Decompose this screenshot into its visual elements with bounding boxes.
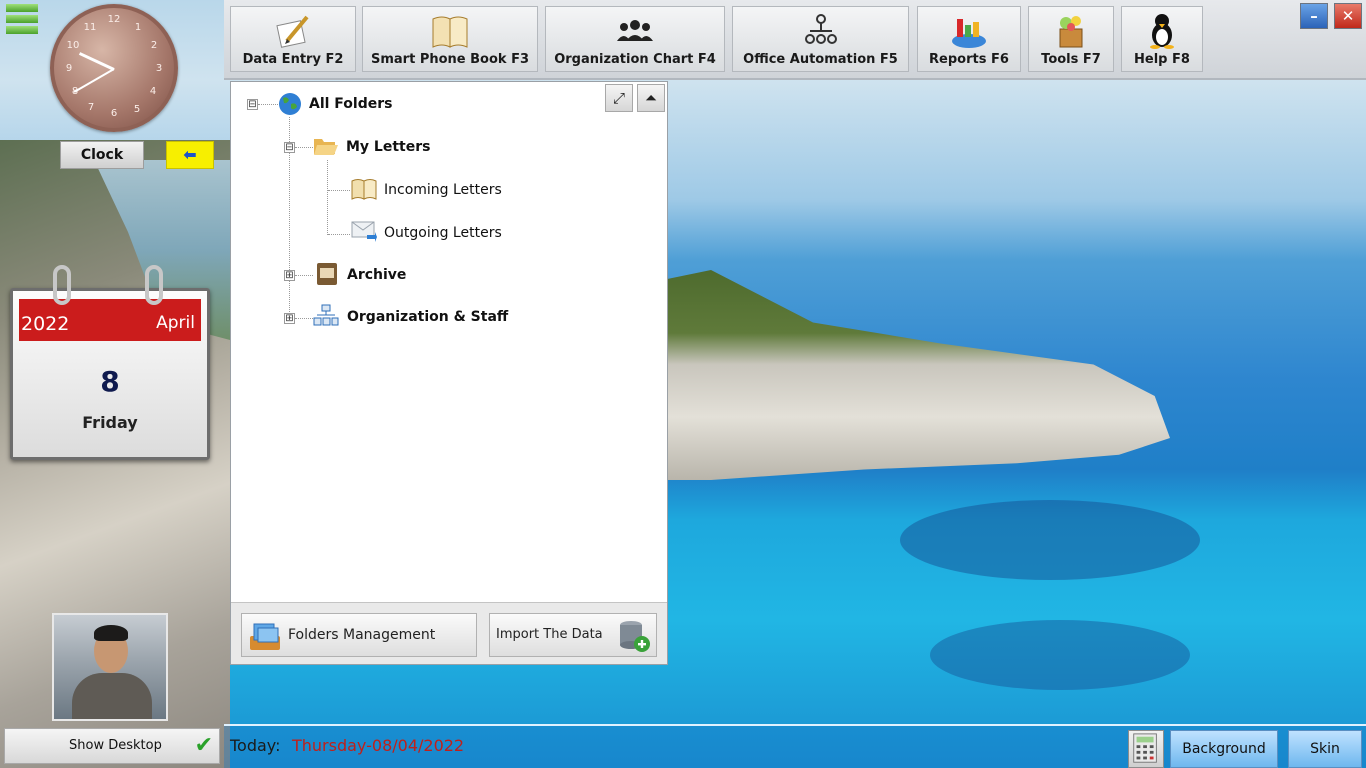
organization-structure-icon [313, 304, 339, 326]
folders-management-icon [250, 623, 280, 650]
clock-label[interactable]: Clock [60, 141, 144, 169]
calendar-ring-icon [53, 265, 71, 305]
background-button[interactable]: Background [1170, 730, 1278, 768]
tree-node-archive[interactable]: Archive [347, 262, 406, 288]
calculator-icon[interactable] [1128, 730, 1164, 768]
skin-button[interactable]: Skin [1288, 730, 1362, 768]
tree-node-outgoing-letters[interactable]: Outgoing Letters [384, 220, 502, 246]
help-icon [1150, 14, 1174, 49]
background-island [660, 270, 1170, 480]
collapse-toggle-icon[interactable]: ⊟ [284, 142, 295, 153]
book-icon [351, 179, 377, 200]
clock-number: 9 [65, 63, 73, 74]
calendar-day: 8 [100, 365, 120, 398]
tree-line [295, 275, 313, 276]
tree-line [328, 190, 350, 191]
office-automation-icon [804, 14, 837, 44]
toolbar-label: Smart Phone Book F3 [370, 52, 529, 67]
expand-toggle-icon[interactable]: ⊞ [284, 270, 295, 281]
calendar-widget: 2022 April 8 Friday [10, 265, 210, 460]
minimize-button[interactable]: – [1300, 3, 1328, 29]
tree-footer: Folders Management Import The Data [231, 602, 667, 664]
reports-icon [952, 19, 986, 48]
toolbar-label: Office Automation F5 [743, 52, 898, 67]
expand-toggle-icon[interactable]: ⊞ [284, 313, 295, 324]
toolbar-label: Tools F7 [1041, 52, 1101, 67]
show-desktop-button[interactable]: Show Desktop ✔ [4, 728, 220, 764]
data-entry-icon [276, 15, 309, 48]
tree-line [295, 318, 313, 319]
collapse-up-icon[interactable]: ⏶ [637, 84, 665, 112]
status-bar: Today: Thursday-08/04/2022 Background Sk… [224, 724, 1366, 768]
tree-line [327, 160, 328, 235]
toolbar-label: Reports F6 [929, 52, 1009, 67]
left-panel: 12 1 2 3 4 5 6 7 8 9 10 11 Clock ⬅ 2022 … [0, 0, 222, 726]
clock-hour-hand [78, 52, 115, 71]
data-entry-button[interactable]: Data Entry F2 [230, 6, 356, 72]
show-desktop-label: Show Desktop [69, 738, 162, 753]
tree-line [328, 234, 350, 235]
clock-number: 4 [149, 86, 157, 97]
globe-icon [279, 93, 301, 115]
calendar-year: 2022 [21, 313, 70, 335]
calendar-month: April [156, 313, 195, 333]
clock-number: 10 [66, 40, 80, 51]
collapse-toggle-icon[interactable]: ⊟ [247, 99, 258, 110]
menu-icon[interactable] [6, 4, 38, 38]
clock-number: 1 [134, 22, 142, 33]
organization-chart-button[interactable]: Organization Chart F4 [545, 6, 725, 72]
clock-minute-hand [73, 68, 115, 93]
back-arrow-button[interactable]: ⬅ [166, 141, 214, 169]
today-label: Today: [230, 736, 281, 755]
folders-management-button[interactable]: Folders Management [241, 613, 477, 657]
calendar-header: 2022 April [19, 299, 201, 341]
tree-node-incoming-letters[interactable]: Incoming Letters [384, 177, 502, 203]
background-reef [930, 620, 1190, 690]
main-toolbar: Data Entry F2 Smart Phone Book F3 Organi… [224, 0, 1366, 80]
check-icon: ✔ [194, 733, 213, 758]
folder-tree-panel: ⤢ ⏶ ⊟ All Folders ⊟ My Letters Incoming … [230, 81, 668, 665]
help-button[interactable]: Help F8 [1121, 6, 1203, 72]
tree-line [258, 104, 278, 105]
folders-management-label: Folders Management [288, 627, 436, 643]
import-data-label: Import The Data [496, 627, 603, 642]
smart-phone-book-button[interactable]: Smart Phone Book F3 [362, 6, 538, 72]
clock-number: 3 [155, 63, 163, 74]
phone-book-icon [432, 16, 468, 48]
background-reef [900, 500, 1200, 580]
clock-number: 12 [107, 14, 121, 25]
tree-line [295, 147, 313, 148]
today-date: Thursday-08/04/2022 [292, 736, 465, 755]
clock-number: 11 [83, 22, 97, 33]
toolbar-label: Help F8 [1134, 52, 1190, 67]
organization-chart-icon [617, 20, 653, 41]
clock-number: 2 [150, 40, 158, 51]
tree-node-my-letters[interactable]: My Letters [346, 134, 430, 160]
clock-number: 6 [110, 108, 118, 119]
outgoing-mail-icon [351, 221, 377, 242]
close-button[interactable]: ✕ [1334, 3, 1362, 29]
import-data-button[interactable]: Import The Data [489, 613, 657, 657]
clock-number: 7 [87, 102, 95, 113]
open-folder-icon [314, 139, 338, 155]
user-avatar[interactable] [52, 613, 168, 721]
calendar-weekday: Friday [82, 413, 138, 432]
database-add-icon [620, 621, 650, 652]
analog-clock: 12 1 2 3 4 5 6 7 8 9 10 11 [50, 4, 178, 132]
tree-node-organization-staff[interactable]: Organization & Staff [347, 304, 508, 330]
archive-icon [317, 263, 337, 285]
calendar-ring-icon [145, 265, 163, 305]
reports-button[interactable]: Reports F6 [917, 6, 1021, 72]
tools-icon [1059, 16, 1083, 48]
maximize-tree-icon[interactable]: ⤢ [605, 84, 633, 112]
tree-node-all-folders[interactable]: All Folders [309, 91, 392, 117]
tools-button[interactable]: Tools F7 [1028, 6, 1114, 72]
office-automation-button[interactable]: Office Automation F5 [732, 6, 909, 72]
toolbar-label: Data Entry F2 [242, 52, 344, 67]
clock-number: 5 [133, 104, 141, 115]
toolbar-label: Organization Chart F4 [554, 52, 716, 67]
